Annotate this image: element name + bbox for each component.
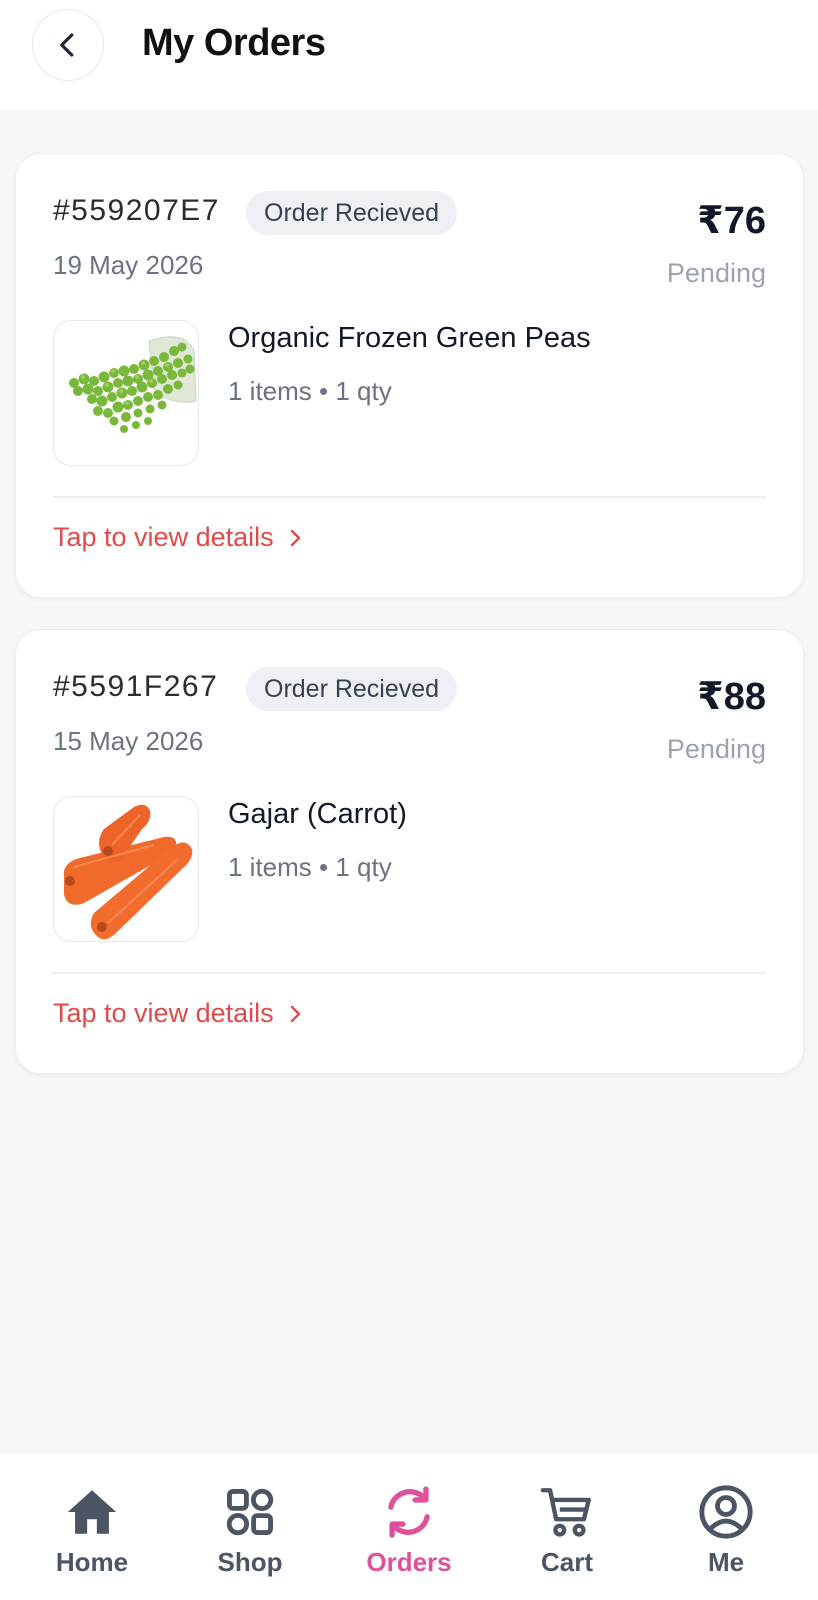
nav-label: Shop [217, 1547, 283, 1577]
refresh-icon [388, 1486, 430, 1538]
order-card[interactable]: #5591F267 Order Recieved 15 May 2026 ₹88… [15, 629, 804, 1074]
view-details-link[interactable]: Tap to view details [53, 522, 304, 553]
product-thumbnail [53, 320, 199, 466]
app-header: My Orders [0, 0, 818, 110]
status-badge: Order Recieved [246, 191, 458, 235]
divider [53, 972, 766, 974]
nav-label: Orders [366, 1547, 452, 1577]
back-button[interactable] [32, 9, 104, 81]
view-details-link[interactable]: Tap to view details [53, 998, 304, 1029]
order-date: 19 May 2026 [53, 250, 204, 280]
nav-shop[interactable]: Shop [180, 1483, 320, 1583]
nav-label: Home [55, 1547, 129, 1577]
product-name: Gajar (Carrot) [228, 798, 407, 830]
nav-label: Cart [540, 1547, 593, 1577]
divider [53, 496, 766, 498]
cart-icon [540, 1488, 591, 1537]
product-meta: 1 items • 1 qty [228, 852, 392, 882]
chevron-right-icon [290, 1005, 300, 1022]
nav-label: Me [707, 1547, 745, 1577]
payment-status: Pending [666, 258, 766, 288]
profile-icon [699, 1485, 753, 1539]
order-amount: ₹76 [697, 200, 766, 242]
order-date: 15 May 2026 [53, 726, 204, 756]
nav-me[interactable]: Me [656, 1483, 796, 1583]
chevron-left-icon [60, 33, 74, 57]
payment-status: Pending [666, 734, 766, 764]
order-id: #5591F267 [53, 670, 219, 703]
order-id: #559207E7 [53, 194, 220, 227]
status-badge: Order Recieved [246, 667, 458, 711]
green-peas-image [69, 336, 197, 433]
grid-icon [226, 1488, 274, 1536]
order-amount: ₹88 [697, 676, 766, 718]
order-card[interactable]: #559207E7 Order Recieved 19 May 2026 ₹76… [15, 153, 804, 598]
product-name: Organic Frozen Green Peas [228, 322, 591, 354]
nav-orders[interactable]: Orders [339, 1483, 479, 1583]
page-title: My Orders [142, 22, 326, 64]
nav-cart[interactable]: Cart [497, 1483, 637, 1583]
view-details-label: Tap to view details [53, 522, 274, 552]
carrot-image [63, 804, 193, 940]
view-details-label: Tap to view details [53, 998, 274, 1028]
product-thumbnail [53, 796, 199, 942]
chevron-right-icon [290, 529, 300, 546]
home-icon [67, 1490, 117, 1534]
product-meta: 1 items • 1 qty [228, 376, 392, 406]
bottom-nav: Home Shop Orders Cart Me [0, 1452, 818, 1600]
nav-home[interactable]: Home [22, 1483, 162, 1583]
